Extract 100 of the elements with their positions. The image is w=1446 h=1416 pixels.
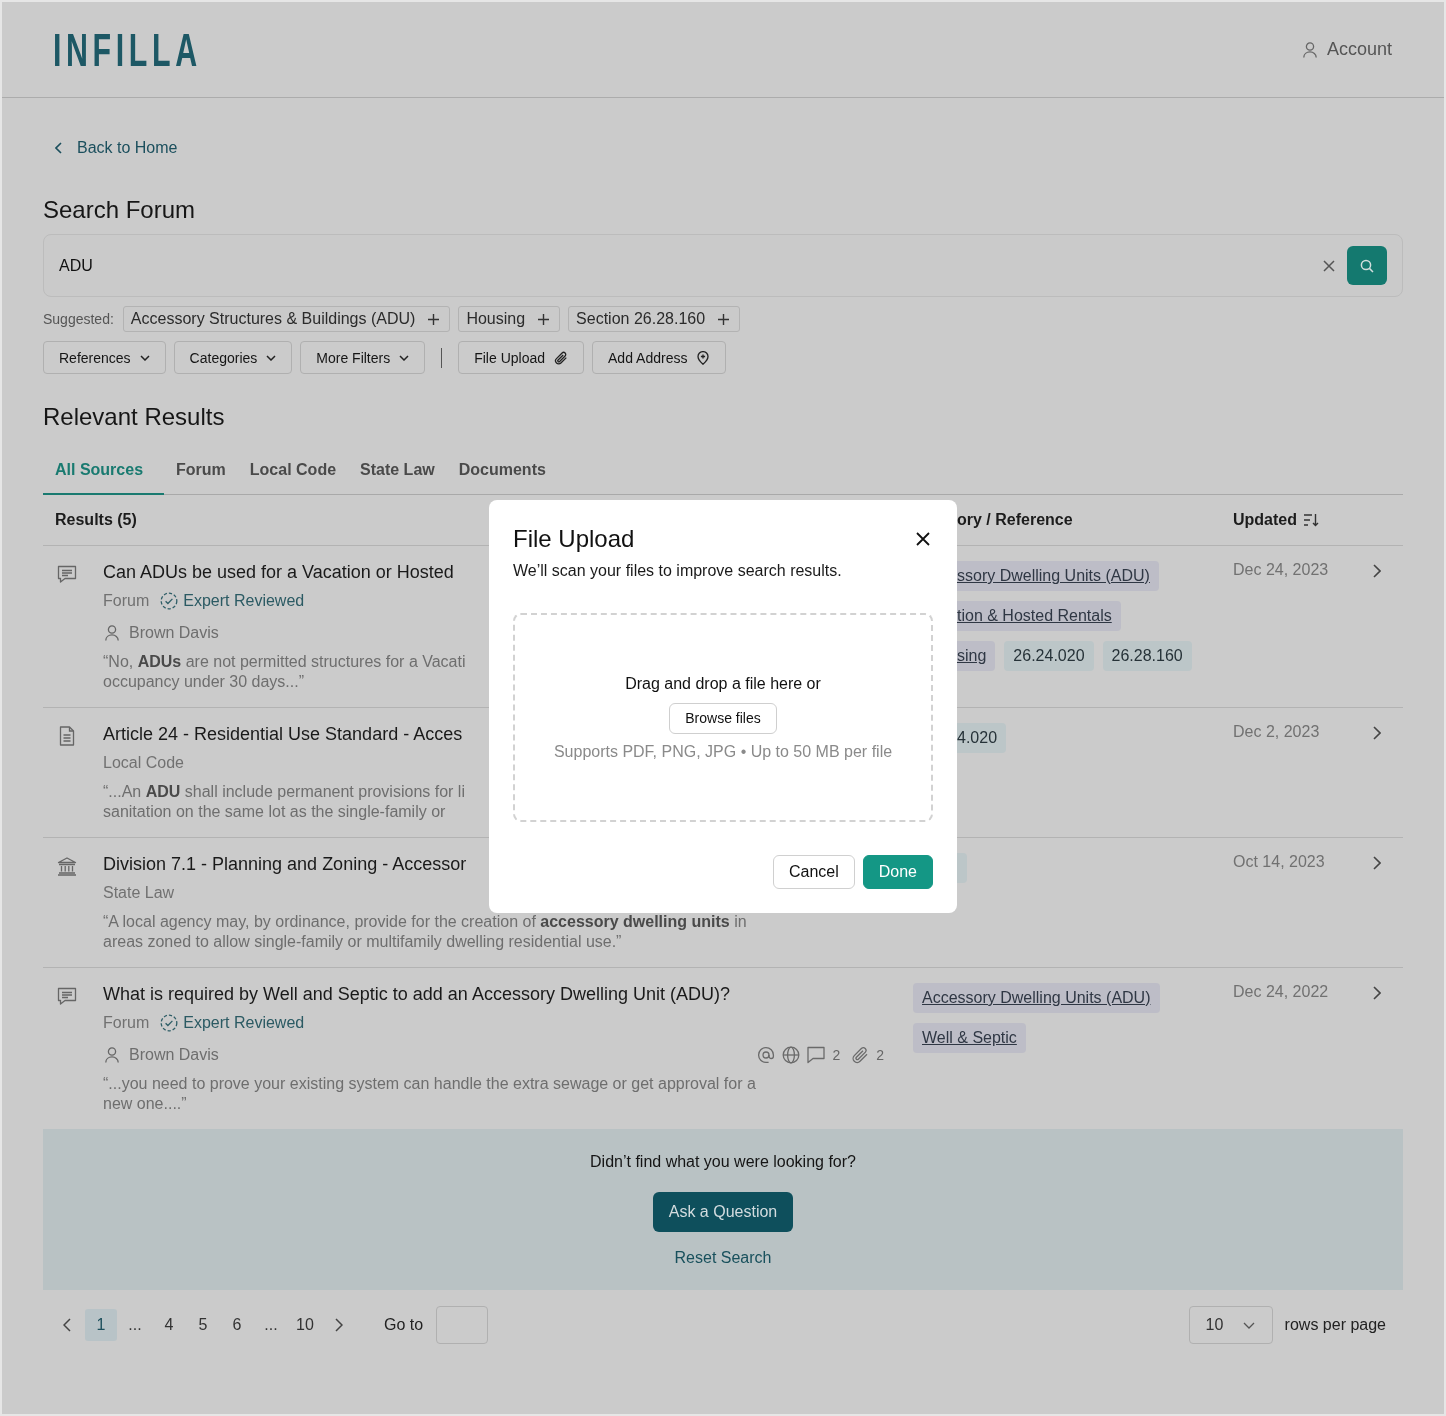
go-to-label: Go to bbox=[384, 1316, 424, 1334]
expert-reviewed-label: Expert Reviewed bbox=[183, 592, 305, 610]
page-button[interactable]: 5 bbox=[187, 1309, 219, 1341]
attachment-count: 2 bbox=[876, 1047, 884, 1063]
page-button[interactable]: 4 bbox=[153, 1309, 185, 1341]
suggestion-chip[interactable]: Housing bbox=[458, 306, 561, 332]
check-circle-icon bbox=[160, 1014, 179, 1032]
source-label: Forum bbox=[103, 1014, 150, 1032]
user-icon bbox=[1302, 41, 1317, 58]
author-name: Brown Davis bbox=[129, 1046, 219, 1064]
map-pin-plus-icon bbox=[696, 350, 711, 365]
result-title[interactable]: What is required by Well and Septic to add an Accessory Dwelling Unit (ADU)? bbox=[103, 982, 730, 1006]
reference-tag[interactable]: 26.24.020 bbox=[1004, 641, 1094, 671]
category-tag[interactable]: Well & Septic bbox=[913, 1023, 1026, 1053]
filter-dropdown-button[interactable]: References bbox=[43, 341, 166, 374]
close-icon[interactable] bbox=[916, 532, 930, 546]
ask-question-button[interactable]: Ask a Question bbox=[652, 1192, 794, 1232]
chevron-left-icon[interactable] bbox=[63, 1318, 71, 1332]
chevron-right-icon[interactable] bbox=[1373, 726, 1381, 740]
comment-icon[interactable] bbox=[807, 1046, 826, 1064]
sort-icon[interactable] bbox=[1303, 513, 1319, 527]
suggestion-chip[interactable]: Accessory Structures & Buildings (ADU) bbox=[122, 306, 451, 332]
chevron-right-icon[interactable] bbox=[1373, 564, 1381, 578]
cancel-button[interactable]: Cancel bbox=[772, 855, 855, 889]
suggested-label: Suggested: bbox=[43, 311, 114, 327]
category-tag[interactable]: ssory Dwelling Units (ADU) bbox=[957, 561, 1159, 591]
chevron-right-icon[interactable] bbox=[1373, 986, 1381, 1000]
category-tag[interactable]: sing bbox=[957, 641, 996, 671]
go-to-field[interactable] bbox=[436, 1306, 489, 1344]
document-icon bbox=[57, 726, 77, 746]
page-title: Search Forum bbox=[43, 195, 197, 225]
caret-icon bbox=[399, 354, 410, 361]
caret-icon bbox=[139, 354, 150, 361]
rows-per-page-select[interactable]: 10 bbox=[1188, 1306, 1273, 1344]
user-icon bbox=[105, 625, 119, 641]
page-button[interactable]: 1 bbox=[85, 1309, 117, 1341]
paperclip-icon bbox=[554, 350, 569, 365]
caret-icon bbox=[1242, 1321, 1255, 1329]
dialog-description: We’ll scan your files to improve search results. bbox=[513, 561, 843, 581]
section-title: Relevant Results bbox=[43, 402, 226, 432]
source-label: State Law bbox=[103, 884, 175, 902]
tab[interactable]: Forum bbox=[164, 446, 238, 495]
chevron-left-icon bbox=[55, 142, 62, 154]
add-address-button[interactable]: Add Address bbox=[592, 341, 727, 374]
back-link[interactable]: Back to Home bbox=[55, 137, 178, 159]
done-button[interactable]: Done bbox=[862, 855, 933, 889]
column-header[interactable]: Updated bbox=[1233, 511, 1297, 529]
page-ellipsis: ... bbox=[263, 1316, 279, 1334]
search-icon bbox=[1360, 258, 1374, 273]
file-drop-zone[interactable]: Drag and drop a file here or Browse files Supports PDF, PNG, JPG • Up to 50 MB per file bbox=[513, 613, 933, 822]
updated-date: Dec 24, 2022 bbox=[1233, 983, 1329, 1000]
source-label: Local Code bbox=[103, 754, 184, 772]
help-prompt: Didn’t find what you were looking for? bbox=[590, 1152, 856, 1172]
reference-tag[interactable]: 4.020 bbox=[957, 723, 1007, 753]
check-circle-icon bbox=[160, 592, 179, 610]
result-excerpt: “A local agency may, by ordinance, provide for the creation of accessory dwelling units in areas zoned to allow single-family or multifamily dwelling residential use.” bbox=[103, 912, 747, 952]
drop-zone-text: Drag and drop a file here or bbox=[625, 673, 821, 694]
tab[interactable]: State Law bbox=[348, 446, 447, 495]
chevron-right-icon[interactable] bbox=[1373, 856, 1381, 870]
result-title[interactable]: Can ADUs be used for a Vacation or Hosted bbox=[103, 560, 454, 584]
column-header: ory / Reference bbox=[957, 511, 1073, 529]
caret-icon bbox=[266, 354, 277, 361]
result-title[interactable]: Article 24 - Residential Use Standard - Acces bbox=[103, 722, 463, 746]
filter-dropdown-button[interactable]: Categories bbox=[173, 341, 293, 374]
page-button[interactable]: 10 bbox=[289, 1309, 321, 1341]
result-excerpt: “...An ADU shall include permanent provisions for li sanitation on the same lot as the single-family or bbox=[103, 782, 465, 822]
result-title[interactable]: Division 7.1 - Planning and Zoning - Accessor bbox=[103, 852, 467, 876]
search-field[interactable]: ADU bbox=[43, 234, 1403, 297]
browse-files-button[interactable]: Browse files bbox=[669, 702, 777, 734]
rows-per-page-label: rows per page bbox=[1284, 1316, 1386, 1334]
plus-icon bbox=[538, 313, 550, 325]
result-excerpt: “No, ADUs are not permitted structures for a Vacati occupancy under 30 days...” bbox=[103, 652, 466, 692]
result-excerpt: “...you need to prove your existing system can handle the extra sewage or get approval for a new one....” bbox=[103, 1074, 756, 1114]
account-button[interactable]: Account bbox=[1302, 39, 1392, 60]
logo-wordmark[interactable]: INFILLA bbox=[53, 31, 202, 68]
page-button[interactable]: 6 bbox=[221, 1309, 253, 1341]
author-name: Brown Davis bbox=[129, 624, 219, 642]
reference-tag[interactable]: 26.28.160 bbox=[1102, 641, 1192, 671]
column-header: Results (5) bbox=[55, 511, 137, 529]
file-upload-button[interactable]: File Upload bbox=[458, 341, 585, 374]
tab[interactable]: Documents bbox=[446, 446, 558, 495]
search-button[interactable] bbox=[1347, 246, 1387, 285]
filter-dropdown-button[interactable]: More Filters bbox=[300, 341, 426, 374]
tab[interactable]: Local Code bbox=[237, 446, 349, 495]
updated-date: Dec 24, 2023 bbox=[1233, 561, 1329, 578]
category-tag[interactable]: Accessory Dwelling Units (ADU) bbox=[913, 983, 1160, 1013]
updated-date: Oct 14, 2023 bbox=[1233, 853, 1325, 870]
dialog-title: File Upload bbox=[513, 524, 635, 554]
chevron-right-icon[interactable] bbox=[335, 1318, 343, 1332]
paperclip-icon[interactable] bbox=[851, 1046, 870, 1064]
reset-search-link[interactable]: Reset Search bbox=[674, 1247, 772, 1269]
at-sign-icon[interactable] bbox=[757, 1046, 776, 1064]
suggestion-chip[interactable]: Section 26.28.160 bbox=[568, 306, 741, 332]
updated-date: Dec 2, 2023 bbox=[1233, 723, 1320, 740]
globe-icon[interactable] bbox=[782, 1046, 801, 1064]
category-tag[interactable]: tion & Hosted Rentals bbox=[957, 601, 1121, 631]
plus-icon bbox=[428, 313, 440, 325]
comment-count: 2 bbox=[832, 1047, 841, 1063]
source-label: Forum bbox=[103, 592, 150, 610]
plus-icon bbox=[718, 313, 730, 325]
